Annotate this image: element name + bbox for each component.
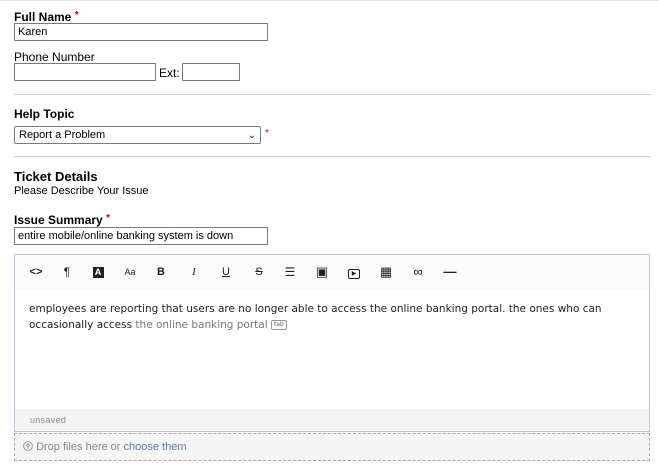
phone-number-input[interactable] bbox=[14, 63, 156, 81]
section-divider bbox=[14, 156, 651, 157]
full-name-label-text: Full Name bbox=[14, 10, 72, 24]
unordered-list-icon[interactable]: ☰ bbox=[281, 264, 299, 280]
editor-text[interactable]: employees are reporting that users are n… bbox=[29, 301, 629, 333]
editor-status-bar: unsaved bbox=[15, 409, 649, 431]
editor-toolbar: <> ¶ A Aa B I U S ☰ ▣ ▶ ▦ ∞ — bbox=[15, 255, 649, 289]
save-status: unsaved bbox=[30, 415, 67, 425]
code-view-icon[interactable]: <> bbox=[27, 264, 45, 280]
strikethrough-icon[interactable]: S bbox=[250, 264, 268, 280]
file-dropzone[interactable]: Drop files here or choose them bbox=[14, 433, 650, 461]
editor-body-text: employees are reporting that users are n… bbox=[29, 303, 602, 331]
text-color-glyph: A bbox=[92, 267, 104, 278]
section-divider bbox=[14, 94, 651, 95]
full-name-label: Full Name * bbox=[14, 10, 79, 24]
full-name-input[interactable] bbox=[14, 23, 268, 41]
dropzone-content: Drop files here or choose them bbox=[23, 441, 186, 453]
rich-text-editor: <> ¶ A Aa B I U S ☰ ▣ ▶ ▦ ∞ — employees … bbox=[14, 254, 650, 432]
italic-icon[interactable]: I bbox=[185, 264, 203, 280]
top-divider bbox=[0, 0, 659, 1]
underline-icon[interactable]: U bbox=[217, 264, 235, 280]
insert-video-icon[interactable]: ▶ bbox=[345, 264, 363, 280]
required-mark: * bbox=[74, 10, 79, 21]
phone-number-label: Phone Number bbox=[14, 50, 95, 64]
ticket-details-heading: Ticket Details bbox=[14, 169, 98, 184]
insert-image-icon[interactable]: ▣ bbox=[313, 264, 331, 280]
required-mark: * bbox=[265, 128, 269, 139]
required-mark: * bbox=[106, 213, 110, 224]
help-topic-selected: Report a Problem bbox=[19, 129, 106, 141]
ext-input[interactable] bbox=[182, 63, 240, 81]
chevron-down-icon: ⌄ bbox=[247, 130, 256, 141]
issue-summary-label: Issue Summary * bbox=[14, 213, 110, 227]
issue-summary-input[interactable] bbox=[14, 227, 268, 245]
insert-table-icon[interactable]: ▦ bbox=[377, 264, 395, 280]
text-color-icon[interactable]: A bbox=[89, 264, 107, 280]
ext-label: Ext: bbox=[159, 66, 180, 80]
help-topic-select[interactable]: Report a Problem ⌄ bbox=[14, 126, 261, 144]
help-topic-label: Help Topic bbox=[14, 107, 75, 121]
font-size-icon[interactable]: Aa bbox=[121, 264, 139, 280]
autocomplete-suggestion: the online banking portal bbox=[135, 319, 268, 331]
insert-video-glyph: ▶ bbox=[348, 269, 360, 279]
paragraph-format-icon[interactable]: ¶ bbox=[58, 264, 76, 280]
dropzone-text: Drop files here or bbox=[36, 441, 124, 453]
tab-key-hint: tab bbox=[271, 320, 287, 330]
ticket-details-subheading: Please Describe Your Issue bbox=[14, 185, 149, 197]
issue-summary-label-text: Issue Summary bbox=[14, 213, 103, 227]
bold-icon[interactable]: B bbox=[152, 264, 170, 280]
upload-icon bbox=[23, 441, 33, 451]
insert-link-icon[interactable]: ∞ bbox=[409, 264, 427, 280]
editor-content-area[interactable]: employees are reporting that users are n… bbox=[15, 289, 649, 409]
horizontal-rule-icon[interactable]: — bbox=[441, 264, 459, 280]
choose-files-link[interactable]: choose them bbox=[124, 441, 187, 453]
